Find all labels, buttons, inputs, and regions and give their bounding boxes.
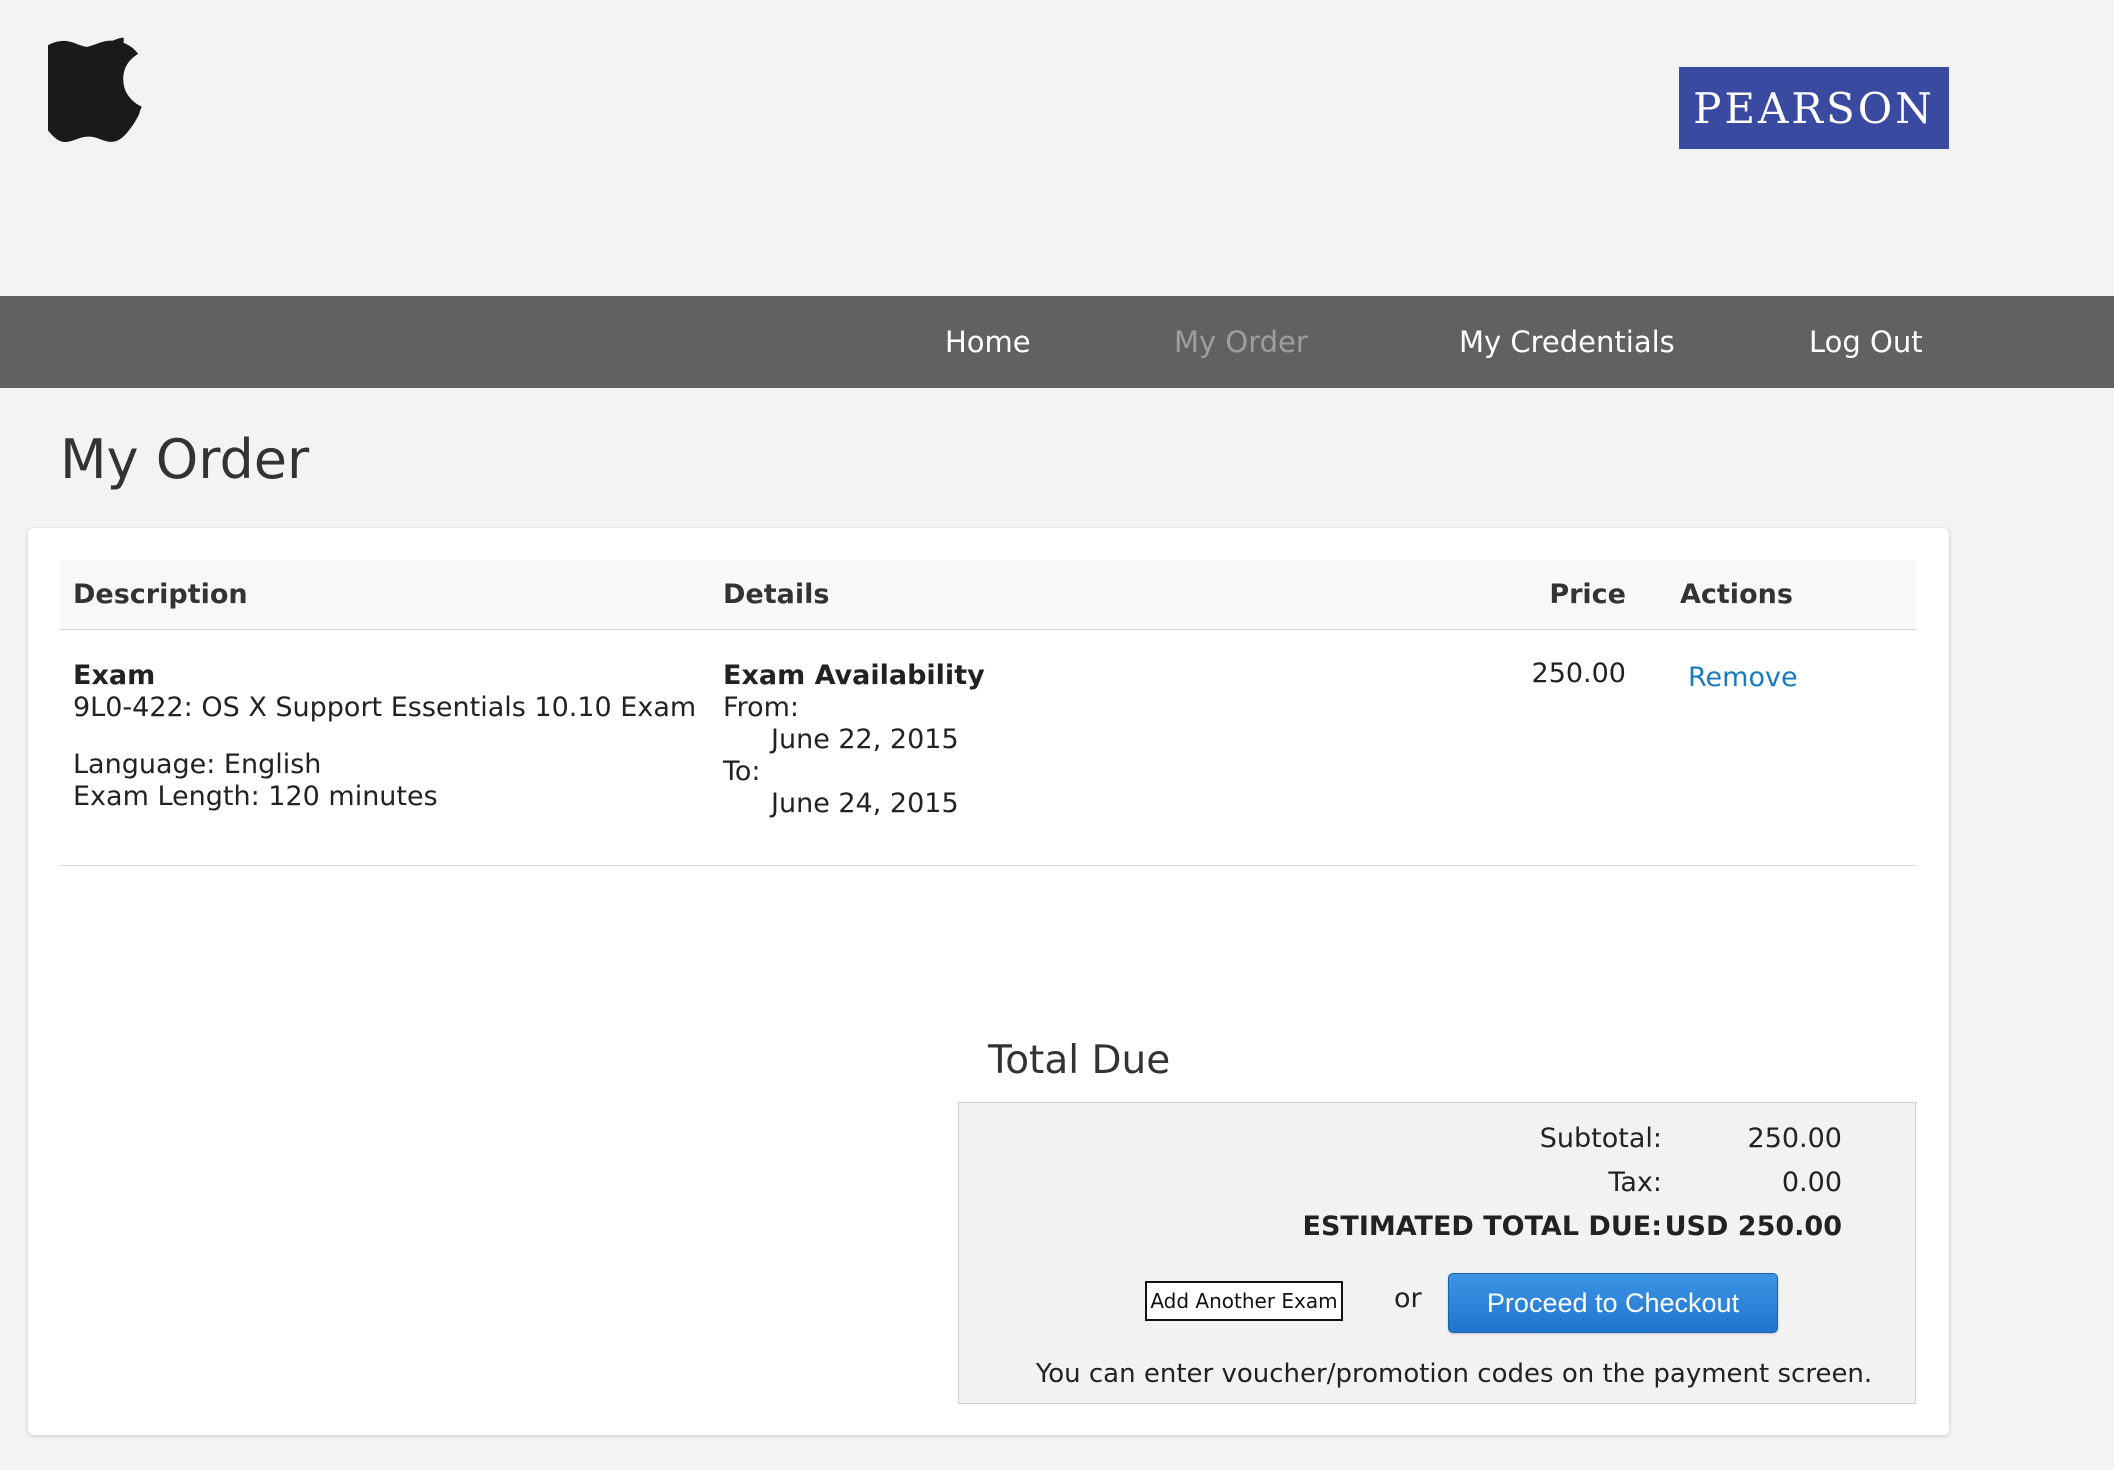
nav-log-out[interactable]: Log Out	[1809, 296, 1923, 388]
nav-my-order[interactable]: My Order	[1174, 296, 1308, 388]
availability-to-label: To:	[723, 756, 761, 787]
item-length: Exam Length: 120 minutes	[73, 781, 438, 812]
tax-value: 0.00	[1781, 1167, 1842, 1198]
page-title: My Order	[60, 428, 310, 491]
item-language: Language: English	[73, 749, 322, 780]
tax-label: Tax:	[1608, 1167, 1662, 1198]
apple-logo-icon	[48, 37, 142, 143]
order-table-header: Description Details Price Actions	[60, 560, 1916, 630]
site-header: PEARSON	[0, 0, 2114, 296]
estimated-total-value: USD 250.00	[1664, 1211, 1842, 1242]
voucher-note: You can enter voucher/promotion codes on…	[1035, 1359, 1873, 1389]
main-nav: Home My Order My Credentials Log Out	[0, 296, 2114, 388]
estimated-total-label: ESTIMATED TOTAL DUE:	[1302, 1211, 1662, 1242]
total-due-box: Subtotal: 250.00 Tax: 0.00 ESTIMATED TOT…	[958, 1102, 1916, 1404]
header-actions: Actions	[1680, 579, 1793, 610]
pearson-logo: PEARSON	[1679, 67, 1949, 149]
item-type: Exam	[73, 660, 156, 691]
or-separator: or	[1394, 1283, 1422, 1314]
table-row: Exam 9L0-422: OS X Support Essentials 10…	[60, 630, 1916, 866]
nav-my-credentials[interactable]: My Credentials	[1459, 296, 1675, 388]
header-price: Price	[1549, 579, 1626, 610]
availability-title: Exam Availability	[723, 660, 985, 691]
availability-from-label: From:	[723, 692, 799, 723]
item-name: 9L0-422: OS X Support Essentials 10.10 E…	[73, 692, 697, 723]
subtotal-value: 250.00	[1747, 1123, 1842, 1154]
availability-to-date: June 24, 2015	[771, 788, 959, 819]
header-description: Description	[73, 579, 248, 610]
total-due-title: Total Due	[988, 1038, 1171, 1083]
item-price: 250.00	[1531, 658, 1626, 689]
proceed-to-checkout-button[interactable]: Proceed to Checkout	[1448, 1273, 1778, 1333]
subtotal-label: Subtotal:	[1539, 1123, 1662, 1154]
header-details: Details	[723, 579, 830, 610]
add-another-exam-button[interactable]: Add Another Exam	[1145, 1281, 1343, 1321]
order-card: Description Details Price Actions Exam 9…	[28, 528, 1949, 1435]
remove-link[interactable]: Remove	[1688, 662, 1798, 694]
nav-home[interactable]: Home	[945, 296, 1031, 388]
availability-from-date: June 22, 2015	[771, 724, 959, 755]
